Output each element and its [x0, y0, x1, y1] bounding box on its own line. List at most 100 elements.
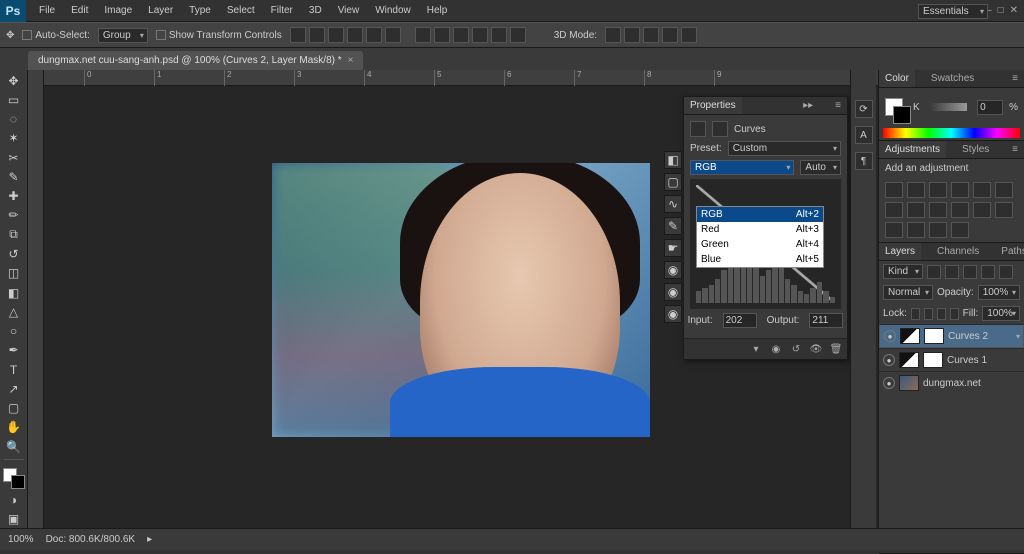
properties-tab[interactable]: Properties [684, 97, 742, 114]
view-previous-icon[interactable]: ◉ [769, 343, 783, 355]
adj-posterize-icon[interactable] [885, 222, 903, 238]
healing-tool-icon[interactable]: ✚ [3, 188, 25, 205]
eyedropper-tool-icon[interactable]: ✎ [3, 168, 25, 185]
close-button[interactable]: ✕ [1010, 5, 1018, 16]
align-icon[interactable] [366, 27, 382, 43]
color-tab[interactable]: Color [879, 70, 915, 87]
adj-hue-icon[interactable] [995, 182, 1013, 198]
move-tool-icon[interactable]: ✥ [3, 72, 25, 89]
brush-tool-icon[interactable]: ✏ [3, 207, 25, 224]
layer-visibility-icon[interactable]: ● [883, 377, 895, 389]
dodge-tool-icon[interactable]: ○ [3, 322, 25, 339]
distribute-icon[interactable] [472, 27, 488, 43]
layer-thumb[interactable] [899, 375, 919, 391]
channel-option-green[interactable]: GreenAlt+4 [697, 237, 823, 252]
input-value[interactable] [723, 313, 757, 328]
lock-pixels-icon[interactable] [924, 308, 933, 320]
distribute-icon[interactable] [434, 27, 450, 43]
layer-name[interactable]: dungmax.net [923, 378, 981, 389]
document-canvas[interactable] [272, 163, 650, 437]
eraser-tool-icon[interactable]: ◫ [3, 265, 25, 282]
quick-select-tool-icon[interactable]: ✶ [3, 130, 25, 147]
layer-thumb[interactable] [899, 352, 919, 368]
layer-mask-thumb[interactable] [924, 328, 944, 344]
adj-brightness-icon[interactable] [885, 182, 903, 198]
curves-hand-icon[interactable]: ☛ [664, 239, 682, 257]
document-tab[interactable]: dungmax.net cuu-sang-anh.psd @ 100% (Cur… [28, 51, 363, 70]
docked-character-icon[interactable]: A [855, 126, 873, 144]
3d-icon[interactable] [605, 27, 621, 43]
fg-bg-swatch[interactable] [3, 468, 25, 489]
adj-exposure-icon[interactable] [951, 182, 969, 198]
menu-select[interactable]: Select [220, 2, 262, 19]
docked-history-icon[interactable]: ⟳ [855, 100, 873, 118]
layer-name[interactable]: Curves 1 [947, 355, 987, 366]
adj-vibrance-icon[interactable] [973, 182, 991, 198]
lock-position-icon[interactable] [937, 308, 946, 320]
menu-layer[interactable]: Layer [141, 2, 180, 19]
vertical-ruler[interactable] [28, 70, 44, 528]
adj-gradmap-icon[interactable] [929, 222, 947, 238]
k-value[interactable] [977, 100, 1003, 115]
clip-icon[interactable]: ▾ [749, 343, 763, 355]
channel-option-red[interactable]: RedAlt+3 [697, 222, 823, 237]
path-tool-icon[interactable]: ↗ [3, 380, 25, 397]
3d-icon[interactable] [662, 27, 678, 43]
lock-transparency-icon[interactable] [911, 308, 920, 320]
menu-image[interactable]: Image [97, 2, 139, 19]
menu-3d[interactable]: 3D [302, 2, 329, 19]
paths-tab[interactable]: Paths [995, 243, 1024, 260]
adj-invert-icon[interactable] [995, 202, 1013, 218]
filter-pixel-icon[interactable] [927, 265, 941, 279]
menu-file[interactable]: File [32, 2, 62, 19]
panel-menu-icon[interactable]: ≡ [829, 97, 847, 114]
panel-collapse-icon[interactable]: ▸▸ [797, 97, 819, 114]
adj-photofilter-icon[interactable] [929, 202, 947, 218]
auto-select-mode[interactable]: Group [98, 28, 148, 43]
channel-option-blue[interactable]: BlueAlt+5 [697, 252, 823, 267]
filter-adj-icon[interactable] [945, 265, 959, 279]
preset-select[interactable]: Custom [728, 141, 841, 156]
adj-curves-icon[interactable] [929, 182, 947, 198]
toggle-visibility-icon[interactable]: 👁 [809, 343, 823, 355]
align-icon[interactable] [290, 27, 306, 43]
crop-tool-icon[interactable]: ✂ [3, 149, 25, 166]
menu-type[interactable]: Type [182, 2, 218, 19]
channel-option-rgb[interactable]: RGBAlt+2 [697, 207, 823, 222]
marquee-tool-icon[interactable]: ▭ [3, 91, 25, 108]
layer-visibility-icon[interactable]: ● [884, 330, 896, 342]
distribute-icon[interactable] [453, 27, 469, 43]
layer-visibility-icon[interactable]: ● [883, 354, 895, 366]
menu-edit[interactable]: Edit [64, 2, 95, 19]
channels-tab[interactable]: Channels [931, 243, 985, 260]
menu-help[interactable]: Help [420, 2, 455, 19]
distribute-icon[interactable] [510, 27, 526, 43]
adj-levels-icon[interactable] [907, 182, 925, 198]
status-flyout-icon[interactable]: ▸ [147, 534, 152, 545]
align-icon[interactable] [347, 27, 363, 43]
filter-kind-select[interactable]: Kind [883, 264, 923, 279]
3d-icon[interactable] [681, 27, 697, 43]
properties-panel[interactable]: Properties▸▸≡ ◧ ▢ ∿ ✎ ☛ ◉ ◉ ◉ Curves Pre… [683, 96, 848, 360]
curves-mask-icon[interactable]: ▢ [664, 173, 682, 191]
quick-mask-icon[interactable]: ◑ [3, 491, 25, 508]
curves-adjust-icon[interactable]: ◧ [664, 151, 682, 169]
distribute-icon[interactable] [415, 27, 431, 43]
screen-mode-icon[interactable]: ▣ [3, 511, 25, 528]
adj-bw-icon[interactable] [907, 202, 925, 218]
fill-value[interactable]: 100% [982, 306, 1020, 321]
lock-all-icon[interactable] [950, 308, 959, 320]
k-slider[interactable] [930, 103, 967, 111]
align-icon[interactable] [309, 27, 325, 43]
stamp-tool-icon[interactable]: ⧉ [3, 226, 25, 243]
curves-eyedrop-gray-icon[interactable]: ◉ [664, 283, 682, 301]
filter-type-icon[interactable] [963, 265, 977, 279]
menu-window[interactable]: Window [368, 2, 418, 19]
3d-icon[interactable] [624, 27, 640, 43]
curves-eyedrop-white-icon[interactable]: ◉ [664, 305, 682, 323]
channel-select[interactable]: RGB [690, 160, 794, 175]
auto-button[interactable]: Auto [800, 160, 841, 175]
swatches-tab[interactable]: Swatches [925, 70, 980, 87]
history-brush-tool-icon[interactable]: ↺ [3, 245, 25, 262]
blend-mode-select[interactable]: Normal [883, 285, 933, 300]
